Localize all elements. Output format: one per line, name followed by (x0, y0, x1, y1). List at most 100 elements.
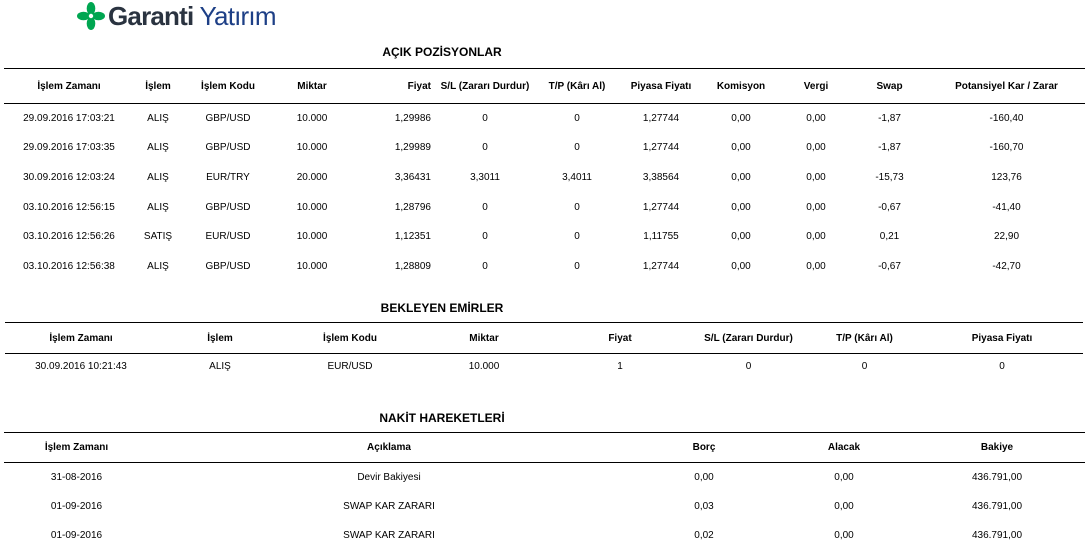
table-cell: 1,27744 (642, 113, 680, 125)
table-cell: 1,29989 (394, 142, 431, 154)
table-row: 30.09.2016 10:21:43 ALIŞ EUR/USD 10.000 … (5, 354, 1083, 380)
table-cell: 0 (482, 113, 488, 125)
table-cell: 0,21 (879, 231, 900, 243)
open-positions-title: AÇIK POZİSYONLAR (382, 45, 502, 59)
table-cell: 03.10.2016 12:56:26 (23, 231, 115, 243)
column-header: Bakiye (980, 442, 1014, 453)
column-header: T/P (Kârı Al) (836, 332, 893, 344)
table-row: 29.09.2016 17:03:35 ALIŞ GBP/USD 10.000 … (4, 133, 1085, 163)
table-cell: 0 (482, 231, 488, 243)
table-cell: 0,00 (731, 113, 751, 125)
table-cell: 31-08-2016 (50, 471, 103, 483)
table-cell: -160,40 (989, 113, 1024, 125)
column-header: Swap (876, 80, 903, 92)
table-cell: ALIŞ (147, 171, 169, 183)
table-cell: 1,11755 (643, 231, 679, 243)
table-cell: 0 (861, 361, 868, 373)
table-cell: SATIŞ (143, 231, 173, 243)
garanti-yatirim-logo: Garanti Yatırım (76, 0, 277, 32)
table-cell: SWAP KAR ZARARI (343, 529, 435, 541)
table-cell: 01-09-2016 (50, 529, 103, 541)
table-cell: 436.791,00 (971, 500, 1023, 512)
table-row: 03.10.2016 12:56:26 SATIŞ EUR/USD 10.000… (4, 222, 1085, 252)
table-cell: 29.09.2016 17:03:35 (23, 142, 115, 154)
cash-movements-header-row: İşlem Zamanı Açıklama Borç Alacak Bakiye (4, 432, 1085, 463)
column-header: Komisyon (716, 80, 766, 92)
cash-movements-title: NAKİT HAREKETLERİ (379, 411, 505, 425)
table-cell: ALIŞ (147, 201, 169, 213)
table-cell: 1,12351 (394, 231, 431, 243)
table-cell: 0,00 (806, 142, 826, 154)
table-cell: 30.09.2016 12:03:24 (23, 171, 115, 183)
table-cell: 01-09-2016 (50, 500, 103, 512)
table-row: 30.09.2016 12:03:24 ALIŞ EUR/TRY 20.000 … (4, 163, 1085, 193)
table-cell: GBP/USD (205, 142, 251, 154)
brand-name-part2: Yatırım (199, 0, 276, 31)
clover-logo-icon (77, 2, 105, 30)
column-header: S/L (Zararı Durdur) (704, 332, 793, 344)
table-cell: 0 (745, 361, 752, 373)
table-cell: 0,00 (694, 471, 714, 483)
column-header: İşlem Kodu (323, 332, 377, 344)
table-cell: 0,00 (834, 471, 854, 483)
table-cell: 0,00 (834, 500, 854, 512)
column-header: İşlem Zamanı (44, 442, 109, 453)
table-cell: 0 (482, 260, 488, 272)
table-row: 31-08-2016 Devir Bakiyesi 0,00 0,00 436.… (4, 463, 1085, 492)
table-cell: -1,87 (878, 142, 901, 154)
column-header: İşlem Kodu (201, 80, 255, 92)
column-header: S/L (Zararı Durdur) (440, 80, 530, 92)
table-cell: 0 (574, 260, 580, 272)
table-cell: 10.000 (296, 201, 328, 213)
table-cell: 1,27744 (642, 201, 680, 213)
table-cell: Devir Bakiyesi (357, 471, 421, 483)
column-header: Piyasa Fiyatı (630, 80, 692, 92)
table-cell: GBP/USD (205, 260, 251, 272)
pending-orders-title: BEKLEYEN EMİRLER (380, 301, 504, 315)
table-cell: 0 (999, 361, 1005, 373)
column-header: Vergi (803, 80, 829, 92)
table-cell: ALIŞ (147, 260, 169, 272)
open-positions-table: İşlem Zamanı İşlem İşlem Kodu Miktar Fiy… (4, 68, 1085, 281)
table-cell: -160,70 (989, 142, 1024, 154)
table-cell: 123,76 (991, 171, 1022, 183)
column-header: Fiyat (407, 80, 431, 92)
table-row: 01-09-2016 SWAP KAR ZARARI 0,03 0,00 436… (4, 492, 1085, 521)
table-cell: 0 (574, 231, 580, 243)
table-cell: 0,00 (731, 142, 751, 154)
table-cell: 0,00 (806, 231, 826, 243)
pending-orders-table: İşlem Zamanı İşlem İşlem Kodu Miktar Fiy… (5, 322, 1083, 380)
table-cell: -41,40 (992, 201, 1021, 213)
open-positions-header-row: İşlem Zamanı İşlem İşlem Kodu Miktar Fiy… (4, 68, 1085, 104)
column-header: İşlem Zamanı (49, 332, 113, 344)
table-cell: ALIŞ (147, 113, 169, 125)
table-cell: 0,00 (731, 231, 751, 243)
table-cell: 10.000 (296, 142, 328, 154)
column-header: Potansiyel Kar / Zarar (955, 80, 1058, 92)
table-cell: -42,70 (992, 260, 1021, 272)
table-cell: 0 (482, 142, 488, 154)
column-header: Alacak (827, 442, 861, 453)
column-header: İşlem Zamanı (37, 80, 101, 92)
table-cell: 1,28796 (394, 201, 431, 213)
table-cell: SWAP KAR ZARARI (343, 500, 435, 512)
column-header: T/P (Kârı Al) (548, 80, 606, 92)
brand-name-part1: Garanti (108, 0, 194, 31)
column-header: Miktar (297, 80, 327, 92)
column-header: Açıklama (367, 442, 411, 453)
table-cell: 1 (617, 361, 623, 373)
table-cell: 30.09.2016 10:21:43 (35, 361, 127, 373)
table-cell: -1,87 (878, 113, 901, 125)
table-cell: 10.000 (296, 260, 328, 272)
table-cell: ALIŞ (209, 361, 231, 373)
table-cell: EUR/USD (327, 361, 373, 373)
table-cell: GBP/USD (205, 113, 251, 125)
table-cell: 0,00 (806, 171, 826, 183)
table-cell: EUR/TRY (206, 171, 250, 183)
table-cell: GBP/USD (205, 201, 251, 213)
table-cell: 0 (574, 142, 580, 154)
table-cell: 436.791,00 (971, 471, 1023, 483)
cash-movements-table: İşlem Zamanı Açıklama Borç Alacak Bakiye… (4, 432, 1085, 542)
table-cell: ALIŞ (147, 142, 169, 154)
table-cell: 20.000 (296, 171, 328, 183)
